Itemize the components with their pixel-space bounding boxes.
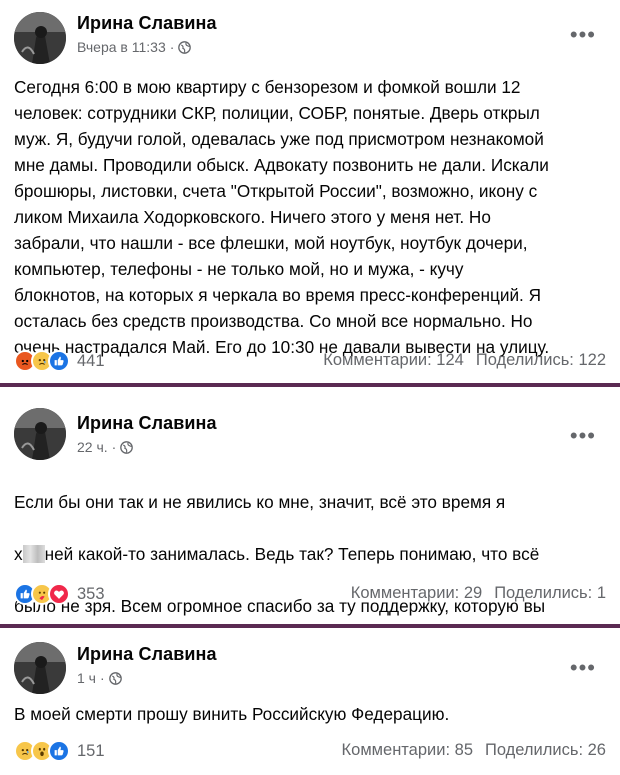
globe-icon: [120, 440, 134, 454]
reaction-count: 151: [77, 741, 105, 760]
post-text-line: Если бы они так и не явились ко мне, зна…: [14, 492, 506, 512]
like-reaction-icon: [48, 740, 70, 762]
more-options-icon[interactable]: •••: [570, 657, 596, 679]
author-avatar[interactable]: [14, 642, 66, 694]
shares-link[interactable]: Поделились: 1: [494, 584, 606, 603]
post-meta: 1 ч ·: [77, 670, 122, 686]
comments-link[interactable]: Комментарии: 85: [342, 741, 473, 760]
text-fragment: х: [14, 544, 23, 564]
more-options-icon[interactable]: •••: [570, 24, 596, 46]
post-stats: Комментарии: 124 Поделились: 122: [323, 351, 606, 370]
reaction-count: 353: [77, 584, 105, 603]
author-name[interactable]: Ирина Славина: [77, 13, 217, 34]
post-time[interactable]: 22 ч.: [77, 439, 108, 455]
redaction-blur: [22, 545, 45, 563]
post-1: Ирина Славина Вчера в 11:33 · ••• Сегодн…: [0, 0, 620, 382]
post-meta: Вчера в 11:33 ·: [77, 39, 192, 55]
love-reaction-icon: [48, 583, 70, 605]
globe-icon: [178, 40, 192, 54]
like-reaction-icon: [48, 350, 70, 372]
comments-link[interactable]: Комментарии: 124: [323, 351, 464, 370]
shares-link[interactable]: Поделились: 122: [476, 351, 606, 370]
author-name[interactable]: Ирина Славина: [77, 644, 217, 665]
post-time[interactable]: 1 ч: [77, 670, 96, 686]
reaction-count: 441: [77, 351, 105, 370]
post-text-line-redacted: х ней какой-то занималась. Ведь так? Тепе…: [14, 541, 610, 567]
reactions-summary[interactable]: 353: [14, 583, 105, 605]
post-meta: 22 ч. ·: [77, 439, 134, 455]
post-time[interactable]: Вчера в 11:33: [77, 39, 166, 55]
post-stats: Комментарии: 85 Поделились: 26: [342, 741, 606, 760]
reactions-summary[interactable]: 151: [14, 740, 105, 762]
globe-icon: [108, 671, 122, 685]
author-avatar[interactable]: [14, 408, 66, 460]
post-3: Ирина Славина 1 ч · ••• В моей смерти пр…: [0, 628, 620, 775]
comments-link[interactable]: Комментарии: 29: [351, 584, 482, 603]
meta-separator: ·: [99, 670, 105, 686]
shares-link[interactable]: Поделились: 26: [485, 741, 606, 760]
post-2: Ирина Славина 22 ч. · ••• Если бы они та…: [0, 387, 620, 642]
meta-separator: ·: [111, 439, 117, 455]
post-text: В моей смерти прошу винить Российскую Фе…: [14, 704, 450, 724]
meta-separator: ·: [169, 39, 175, 55]
post-stats: Комментарии: 29 Поделились: 1: [351, 584, 606, 603]
author-name[interactable]: Ирина Славина: [77, 413, 217, 434]
author-avatar[interactable]: [14, 12, 66, 64]
more-options-icon[interactable]: •••: [570, 425, 596, 447]
text-fragment: ней какой-то занималась. Ведь так? Тепер…: [44, 544, 540, 564]
reactions-summary[interactable]: 441: [14, 350, 105, 372]
post-text: Сегодня 6:00 в мою квартиру с бензорезом…: [14, 77, 550, 357]
